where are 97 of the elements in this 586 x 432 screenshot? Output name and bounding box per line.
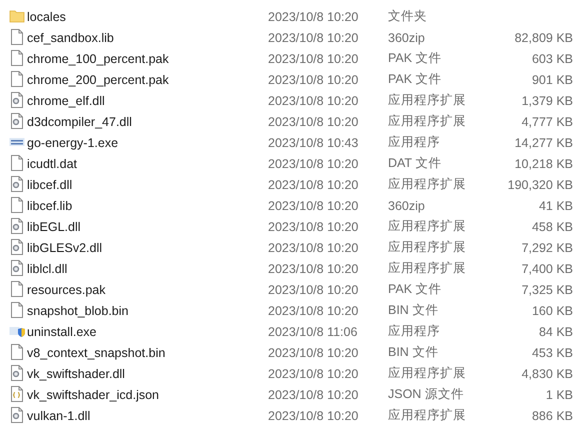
file-type: 应用程序扩展 (388, 218, 467, 235)
modified-date: 2023/10/8 11:06 (268, 324, 358, 338)
modified-date: 2023/10/8 10:20 (268, 240, 360, 254)
file-name[interactable]: vk_swiftshader_icd.json (27, 388, 160, 402)
file-icon (9, 280, 25, 296)
modified-date: 2023/10/8 10:20 (268, 346, 360, 360)
file-type: 应用程序扩展 (388, 92, 467, 109)
file-type: 应用程序 (388, 323, 441, 340)
file-size: 1 KB (546, 388, 573, 402)
file-size: 82,809 KB (514, 30, 573, 44)
file-size: 190,320 KB (508, 178, 573, 192)
braces-file-icon (9, 386, 25, 402)
file-size: 7,292 KB (522, 240, 573, 254)
file-name[interactable]: vulkan-1.dll (27, 408, 90, 422)
file-name[interactable]: libcef.lib (27, 198, 72, 212)
file-size: 10,218 KB (514, 156, 573, 170)
file-type: 文件夹 (388, 8, 428, 25)
modified-date: 2023/10/8 10:20 (268, 156, 360, 170)
file-type: BIN 文件 (388, 302, 440, 319)
file-type: 应用程序扩展 (388, 176, 467, 193)
file-type: 应用程序扩展 (388, 239, 467, 256)
file-type: 360zip (388, 30, 426, 44)
modified-date: 2023/10/8 10:20 (268, 72, 360, 86)
modified-date: 2023/10/8 10:20 (268, 282, 360, 296)
file-name[interactable]: libEGL.dll (27, 220, 80, 234)
file-type: PAK 文件 (388, 281, 443, 298)
file-type: DAT 文件 (388, 155, 442, 172)
file-name[interactable]: snapshot_blob.bin (27, 304, 128, 318)
file-size: 4,830 KB (522, 366, 573, 380)
modified-date: 2023/10/8 10:20 (268, 114, 360, 128)
file-name[interactable]: locales (27, 10, 66, 24)
file-type: PAK 文件 (388, 50, 443, 67)
file-type: 应用程序扩展 (388, 260, 467, 277)
file-type: 应用程序扩展 (388, 113, 467, 130)
gear-file-icon (9, 176, 25, 192)
file-icon (9, 70, 25, 86)
file-size: 901 KB (532, 72, 573, 86)
file-name[interactable]: uninstall.exe (27, 324, 96, 338)
file-size: 7,325 KB (522, 282, 573, 296)
file-name[interactable]: icudtl.dat (27, 156, 78, 170)
file-size: 7,400 KB (522, 262, 573, 276)
file-icon (9, 302, 25, 318)
file-icon (9, 50, 25, 66)
modified-date: 2023/10/8 10:20 (268, 388, 360, 402)
file-name[interactable]: cef_sandbox.lib (27, 30, 114, 44)
file-type: 360zip (388, 198, 426, 212)
modified-date: 2023/10/8 10:20 (268, 366, 360, 380)
file-type: BIN 文件 (388, 344, 440, 361)
file-size: 160 KB (532, 304, 573, 318)
gear-file-icon (9, 364, 25, 380)
file-name[interactable]: chrome_elf.dll (27, 94, 105, 108)
file-type: PAK 文件 (388, 71, 443, 88)
modified-date: 2023/10/8 10:20 (268, 178, 360, 192)
file-name[interactable]: libcef.dll (27, 178, 72, 192)
modified-date: 2023/10/8 10:20 (268, 52, 360, 66)
file-size: 84 KB (538, 324, 573, 338)
file-icon (9, 196, 25, 212)
modified-date: 2023/10/8 10:20 (268, 30, 360, 44)
file-name[interactable]: chrome_200_percent.pak (27, 72, 169, 86)
gear-file-icon (9, 238, 25, 254)
modified-date: 2023/10/8 10:43 (268, 136, 360, 150)
file-size: 453 KB (532, 346, 573, 360)
file-name[interactable]: go-energy-1.exe (27, 136, 118, 150)
file-icon (9, 28, 25, 44)
gear-file-icon (9, 260, 25, 276)
file-size: 14,277 KB (514, 136, 573, 150)
file-icon (9, 344, 25, 360)
gear-file-icon (9, 112, 25, 128)
file-name[interactable]: liblcl.dll (27, 262, 68, 276)
gear-file-icon (9, 218, 25, 234)
file-size: 1,379 KB (522, 94, 573, 108)
file-type: 应用程序扩展 (388, 407, 467, 424)
file-name[interactable]: v8_context_snapshot.bin (27, 346, 166, 360)
file-icon (9, 154, 25, 170)
modified-date: 2023/10/8 10:20 (268, 408, 360, 422)
file-name[interactable]: chrome_100_percent.pak (27, 52, 169, 66)
file-name[interactable]: libGLESv2.dll (27, 240, 102, 254)
modified-date: 2023/10/8 10:20 (268, 198, 360, 212)
file-size: 41 KB (538, 198, 573, 212)
modified-date: 2023/10/8 10:20 (268, 10, 360, 24)
gear-file-icon (9, 92, 25, 108)
file-type: JSON 源文件 (388, 386, 465, 403)
file-size: 458 KB (532, 220, 573, 234)
file-type: 应用程序扩展 (388, 365, 467, 382)
gear-file-icon (9, 406, 25, 422)
file-size: 4,777 KB (522, 114, 573, 128)
file-name[interactable]: vk_swiftshader.dll (27, 366, 125, 380)
modified-date: 2023/10/8 10:20 (268, 220, 360, 234)
file-name[interactable]: d3dcompiler_47.dll (27, 114, 132, 128)
modified-date: 2023/10/8 10:20 (268, 94, 360, 108)
file-size: 603 KB (532, 52, 573, 66)
file-type: 应用程序 (388, 134, 441, 151)
modified-date: 2023/10/8 10:20 (268, 304, 360, 318)
file-size: 886 KB (532, 408, 573, 422)
file-name[interactable]: resources.pak (27, 282, 106, 296)
modified-date: 2023/10/8 10:20 (268, 262, 360, 276)
folder-icon (9, 8, 25, 24)
